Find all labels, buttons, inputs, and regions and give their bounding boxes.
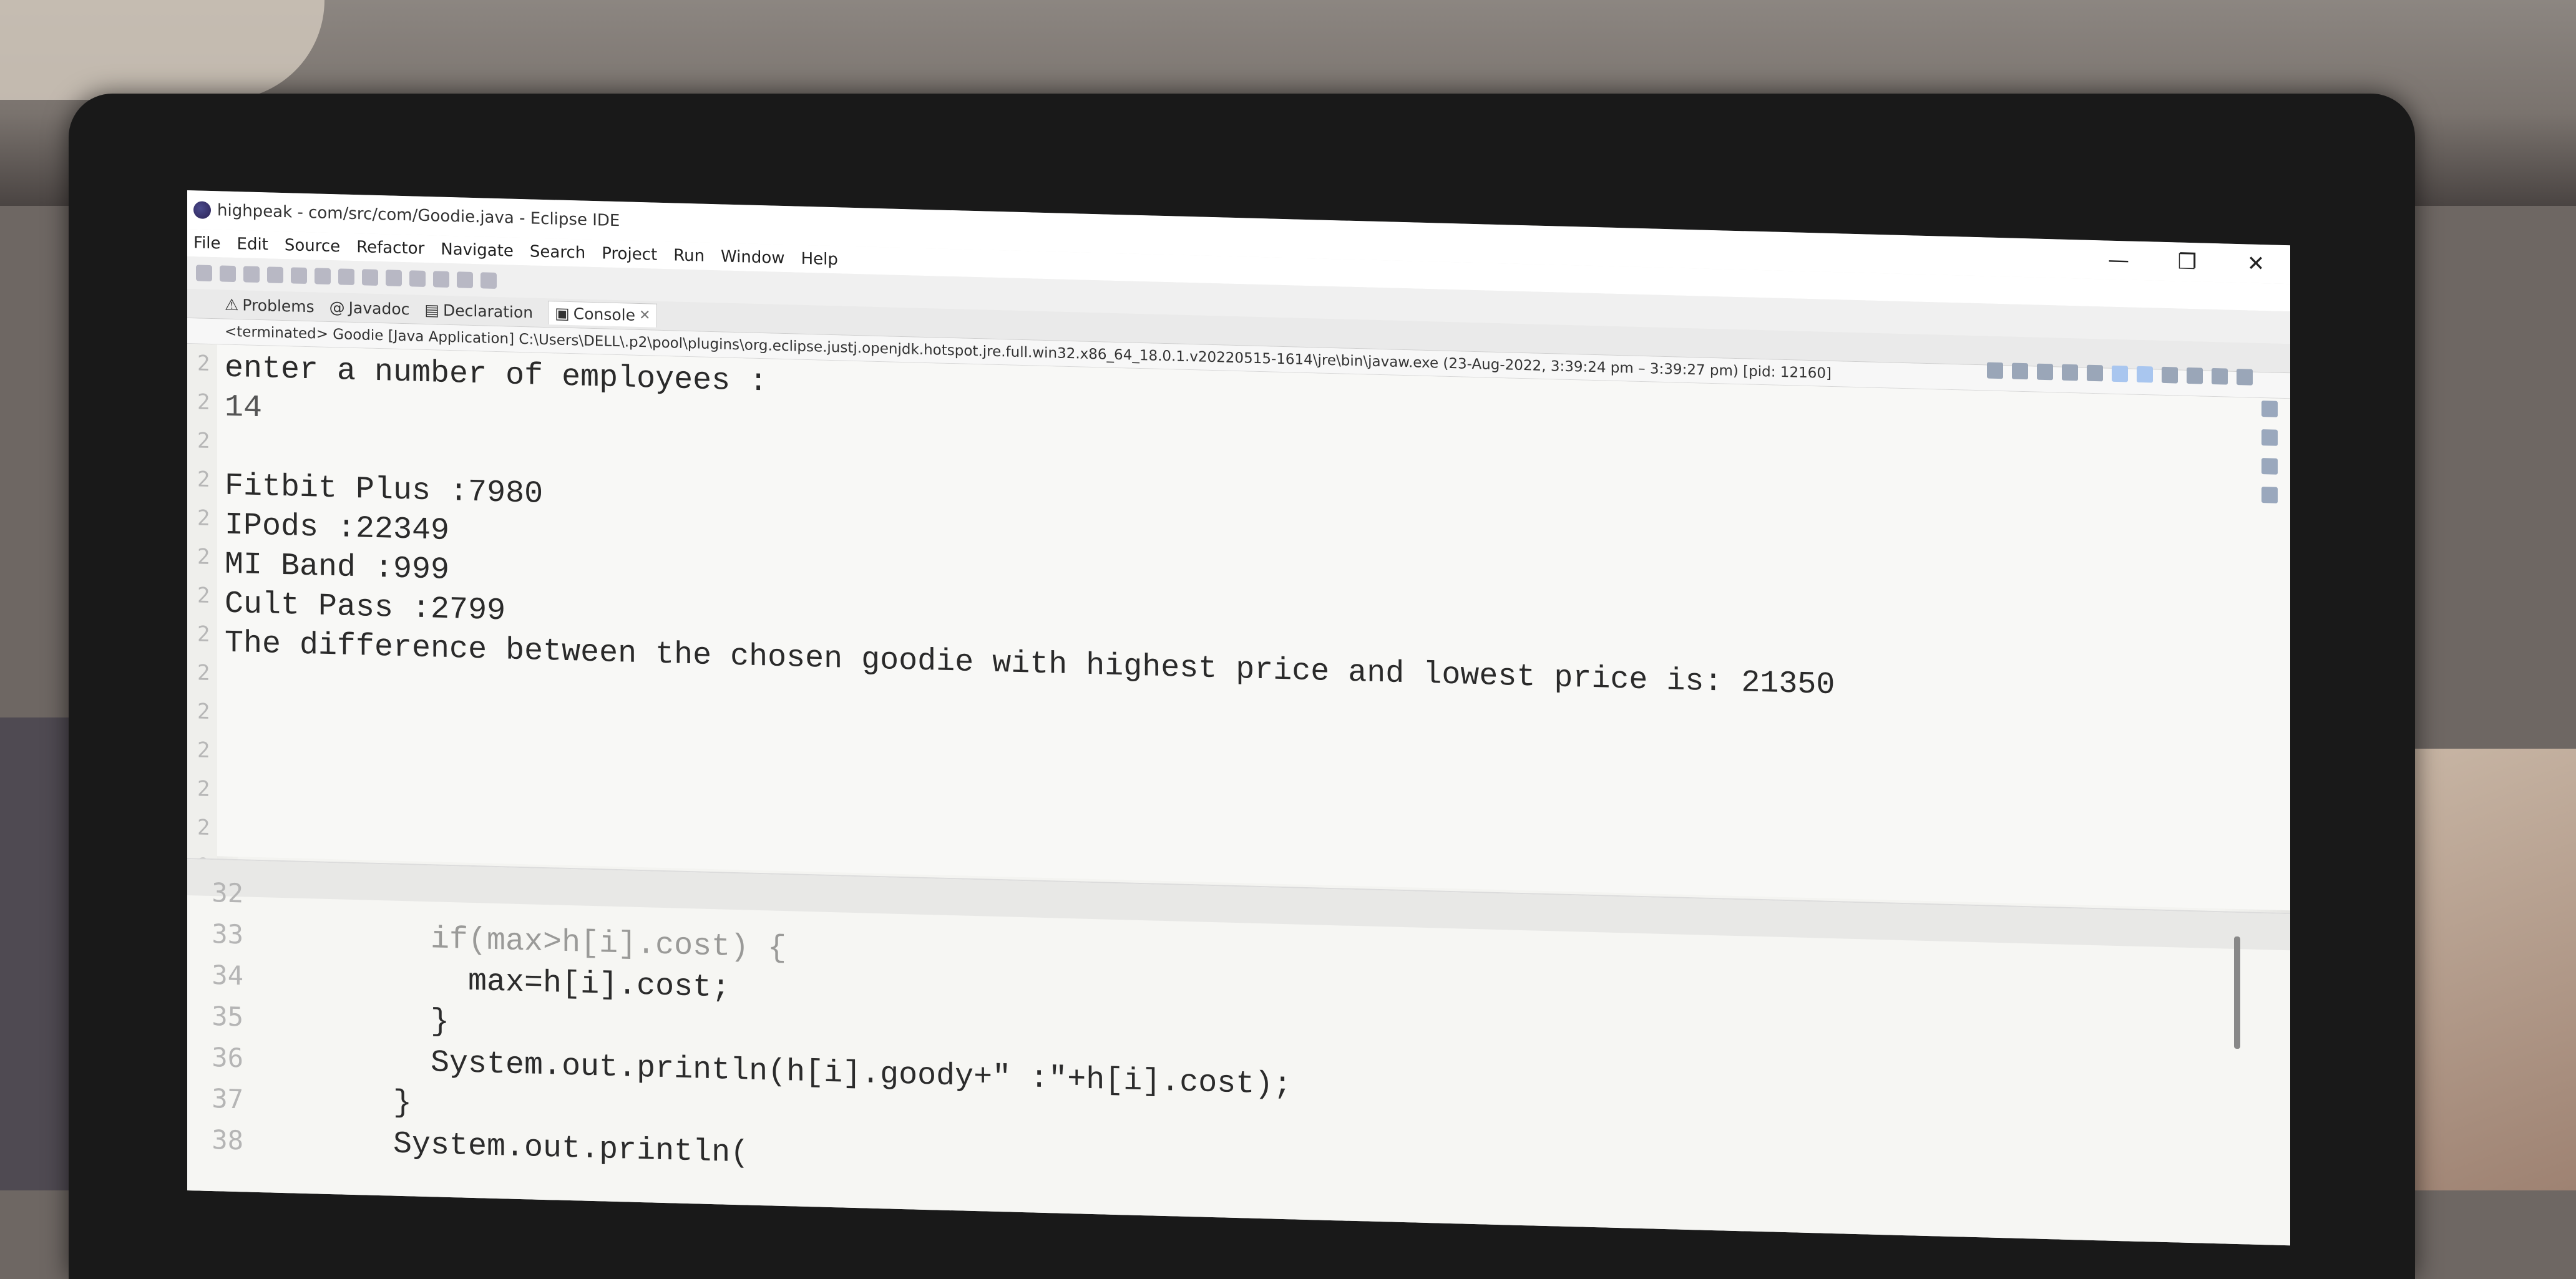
clear-console-icon[interactable] <box>2062 364 2078 381</box>
close-button[interactable]: ✕ <box>2222 250 2290 277</box>
gutter-marker: 2 <box>197 428 210 454</box>
external-tools-icon[interactable] <box>315 268 331 285</box>
minimize-button[interactable]: — <box>2084 247 2153 274</box>
problems-icon: ⚠ <box>225 295 239 314</box>
line-number: 33 <box>212 918 243 950</box>
gutter-marker: 2 <box>197 699 210 724</box>
window-title: highpeak - com/src/com/Goodie.java - Ecl… <box>217 201 620 231</box>
terminate-icon[interactable] <box>1987 362 2003 379</box>
gutter-marker: 2 <box>197 389 210 415</box>
coverage-icon[interactable] <box>291 267 307 284</box>
gutter-marker: 2 <box>197 660 210 686</box>
display-console-icon[interactable] <box>2187 367 2203 384</box>
line-number: 34 <box>212 960 243 991</box>
menu-search[interactable]: Search <box>530 242 585 262</box>
line-number: 32 <box>212 877 243 909</box>
open-console-icon[interactable] <box>2212 367 2228 385</box>
menu-edit[interactable]: Edit <box>237 235 268 254</box>
new-class-icon[interactable] <box>338 268 354 286</box>
outline-icon[interactable] <box>2261 401 2278 417</box>
console-icon: ▣ <box>555 304 570 323</box>
tab-problems[interactable]: ⚠ Problems <box>225 295 315 316</box>
tab-console[interactable]: ▣ Console ✕ <box>548 301 658 328</box>
task-list-icon[interactable] <box>2261 429 2278 446</box>
gutter-marker: 2 <box>197 776 210 802</box>
debug-icon[interactable] <box>243 266 260 283</box>
code-lines: if(max>h[i].cost) { max=h[i].cost; } Sys… <box>318 875 1292 1189</box>
gutter-marker: 2 <box>197 467 210 492</box>
gutter-marker: 2 <box>197 544 210 570</box>
menu-window[interactable]: Window <box>721 247 785 268</box>
show-on-error-icon[interactable] <box>2137 366 2153 383</box>
gutter-marker: 2 <box>197 621 210 647</box>
close-tab-icon[interactable]: ✕ <box>639 308 650 323</box>
remove-launch-icon[interactable] <box>2012 362 2028 380</box>
gutter-marker: 2 <box>197 737 210 763</box>
menu-source[interactable]: Source <box>285 236 340 256</box>
pin-console-icon[interactable] <box>2162 366 2178 384</box>
menu-navigate[interactable]: Navigate <box>441 240 514 261</box>
right-trim <box>2261 401 2278 503</box>
gutter-marker: 2 <box>197 583 210 608</box>
line-number: 37 <box>212 1083 243 1115</box>
code-editor[interactable]: 32 33 34 35 36 37 38 if(max>h[i].cost) {… <box>187 858 2290 1246</box>
menu-help[interactable]: Help <box>801 250 838 270</box>
tab-javadoc[interactable]: @ Javadoc <box>329 298 410 318</box>
eclipse-icon <box>193 201 211 219</box>
menu-file[interactable]: File <box>193 233 221 253</box>
back-icon[interactable] <box>433 271 449 288</box>
gutter-marker: 2 <box>197 351 210 376</box>
console-view-icon[interactable] <box>2261 487 2278 503</box>
console-output[interactable]: 2222222222222222222222 enter a number of… <box>187 344 2290 1192</box>
remove-all-icon[interactable] <box>2037 363 2053 381</box>
line-number: 35 <box>212 1001 243 1033</box>
line-numbers: 32 33 34 35 36 37 38 <box>193 872 243 1161</box>
eclipse-window: highpeak - com/src/com/Goodie.java - Ecl… <box>187 190 2290 1246</box>
show-on-output-icon[interactable] <box>2112 365 2128 382</box>
console-text: enter a number of employees : 14 Fitbit … <box>225 349 1835 706</box>
annotation-icon[interactable] <box>409 270 426 288</box>
forward-icon[interactable] <box>457 271 473 288</box>
restore-button[interactable]: ❐ <box>2153 248 2222 275</box>
menu-project[interactable]: Project <box>602 244 657 264</box>
line-number: 36 <box>212 1042 243 1074</box>
minimize-view-icon[interactable] <box>2237 368 2253 386</box>
declaration-icon: ▤ <box>424 300 439 319</box>
tab-declaration[interactable]: ▤ Declaration <box>424 300 533 321</box>
open-type-icon[interactable] <box>362 269 378 286</box>
pin-icon[interactable] <box>481 272 497 289</box>
window-controls: — ❐ ✕ <box>2084 247 2290 278</box>
line-number: 38 <box>212 1124 243 1156</box>
javadoc-icon: @ <box>329 298 345 317</box>
new-icon[interactable] <box>196 265 212 282</box>
gutter-marker: 2 <box>197 815 210 840</box>
run-icon[interactable] <box>267 266 283 284</box>
scroll-lock-icon[interactable] <box>2087 364 2103 382</box>
background-pillow <box>0 0 324 100</box>
editor-scrollbar[interactable] <box>2234 936 2240 1049</box>
gutter-marker: 2 <box>197 505 210 531</box>
bookmarks-icon[interactable] <box>2261 458 2278 475</box>
search-icon[interactable] <box>386 270 402 287</box>
menu-refactor[interactable]: Refactor <box>356 238 424 258</box>
save-icon[interactable] <box>220 265 236 283</box>
menu-run[interactable]: Run <box>673 246 705 265</box>
